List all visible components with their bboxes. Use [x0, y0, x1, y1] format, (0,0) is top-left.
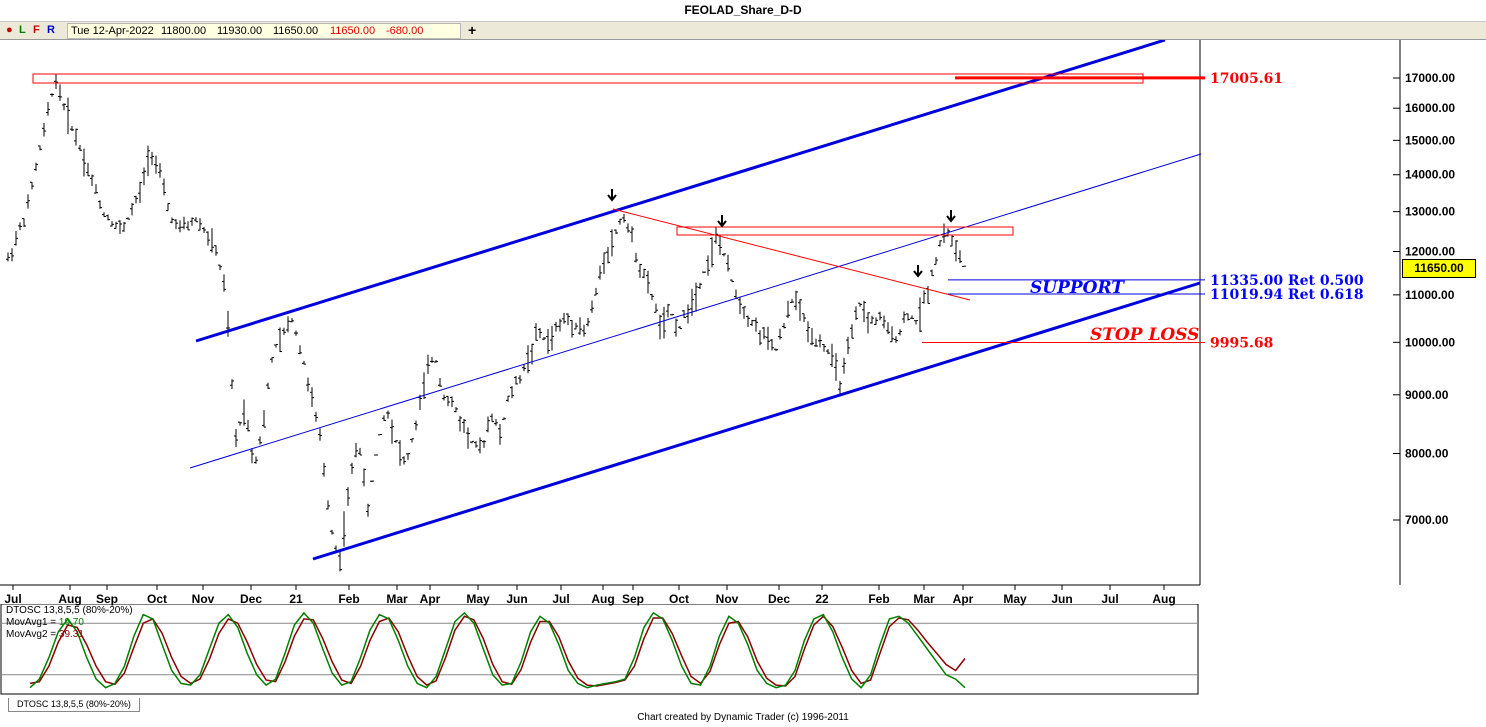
movavg2-label: MovAvg2 = — [6, 629, 59, 640]
y-tick-label: 8000.00 — [1405, 446, 1449, 460]
movavg2-line — [29, 615, 966, 687]
oscillator-panel — [0, 604, 1199, 695]
price-bars — [6, 73, 966, 572]
ohlc-toolbar: ● L F R Tue 12-Apr-2022 11800.00 11930.0… — [0, 22, 1486, 40]
open-value: 11800.00 — [161, 25, 207, 37]
close-value: 11650.00 — [330, 25, 376, 37]
r-button[interactable]: R — [47, 24, 55, 36]
add-button[interactable]: + — [468, 22, 476, 38]
y-tick-label: 7000.00 — [1405, 513, 1449, 527]
y-tick-label: 17000.00 — [1405, 71, 1455, 85]
movavg1-row: MovAvg1 = 19.70 — [6, 617, 133, 629]
date-value: Tue 12-Apr-2022 — [71, 25, 154, 37]
y-tick-label: 14000.00 — [1405, 168, 1455, 182]
last-price-tag: 11650.00 — [1402, 259, 1476, 278]
mid-channel-line — [189, 153, 1202, 469]
price-chart: 17000.00 16000.00 15000.00 14000.00 13000.00… — [0, 40, 1455, 606]
upper-channel-line — [195, 40, 1166, 343]
y-tick-label: 10000.00 — [1405, 335, 1455, 349]
low-value: 11650.00 — [273, 25, 319, 37]
movavg1-value: 19.70 — [58, 617, 84, 628]
ohlc-readout: Tue 12-Apr-2022 11800.00 11930.00 11650.… — [67, 23, 461, 39]
footer-credit: Chart created by Dynamic Trader (c) 1996… — [637, 712, 849, 723]
down-trend-line — [612, 208, 971, 301]
dot-icon[interactable]: ● — [6, 24, 13, 36]
stop-loss-label: 9995.68 — [1210, 336, 1273, 352]
target-level-label: 17005.61 — [1210, 71, 1283, 87]
oscillator-frame — [0, 604, 1199, 695]
y-tick-label: 12000.00 — [1405, 245, 1455, 259]
chart-title: FEOLAD_Share_D-D — [684, 3, 802, 17]
high-value: 11930.00 — [217, 25, 263, 37]
movavg1-label: MovAvg1 = — [6, 617, 59, 628]
ret-618-label: 11019.94 Ret 0.618 — [1210, 287, 1364, 303]
movavg2-row: MovAvg2 = 39.31 — [6, 629, 133, 641]
movavg2-value: 39.31 — [58, 629, 84, 640]
y-tick-label: 15000.00 — [1405, 133, 1455, 147]
y-tick-label: 11000.00 — [1405, 288, 1455, 302]
oscillator-name: DTOSC 13,8,5,5 (80%-20%) — [6, 605, 133, 616]
change-value: -680.00 — [386, 25, 424, 37]
movavg1-line — [29, 611, 966, 689]
title-bar: FEOLAD_Share_D-D — [0, 0, 1486, 22]
oscillator-legend: DTOSC 13,8,5,5 (80%-20%) MovAvg1 = 19.70… — [6, 605, 133, 641]
l-button[interactable]: L — [19, 24, 26, 36]
y-tick-label: 13000.00 — [1405, 205, 1455, 219]
stop-loss-annotation: STOP LOSS — [1090, 325, 1199, 345]
f-button[interactable]: F — [33, 24, 40, 36]
y-tick-label: 16000.00 — [1405, 101, 1455, 115]
oscillator-tab[interactable]: DTOSC 13,8,5,5 (80%-20%) — [8, 698, 140, 712]
y-tick-label: 9000.00 — [1405, 388, 1449, 402]
support-annotation: SUPPORT — [1030, 278, 1125, 298]
